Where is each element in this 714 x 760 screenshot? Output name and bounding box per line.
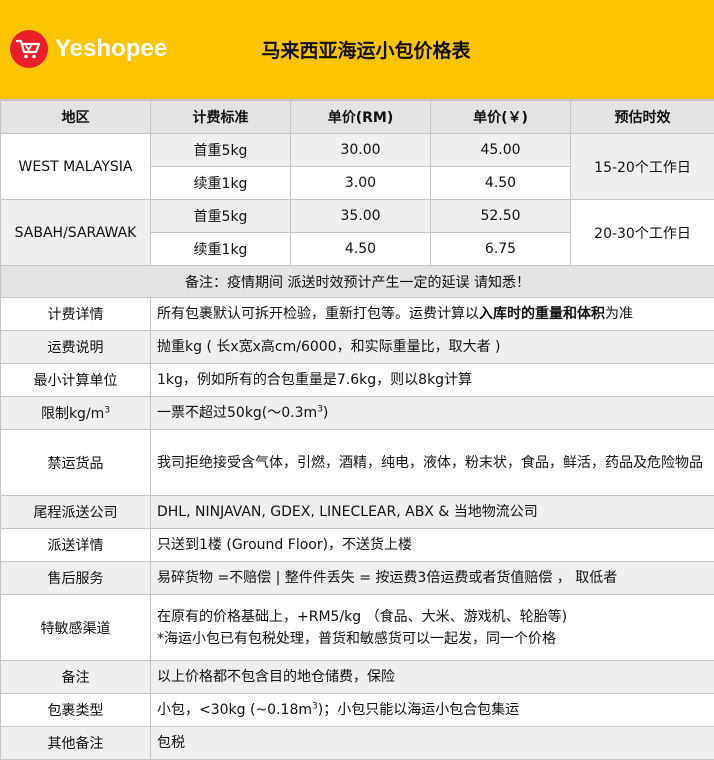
page-title: 马来西亚海运小包价格表 [261,40,471,62]
detail-row-other: 其他备注 包税 [0,726,714,760]
detail-row-sensitive: 特敏感渠道 在原有的价格基础上，+RM5/kg （食品、大米、游戏机、轮胎等) … [0,594,714,661]
column-header-standard: 计费标准 [150,100,291,134]
package-type-text: 小包，<30kg (~0.18m [157,702,312,718]
detail-value: 包税 [150,726,714,760]
standard-cell: 首重5kg [150,199,291,233]
detail-label: 其他备注 [0,726,151,760]
epidemic-note-row: 备注：疫情期间 派送时效预计产生一定的延误 请知悉！ [0,265,714,298]
price-table: 地区 计费标准 单价(RM) 单价(￥) 预估时效 WEST MALAYSIA … [0,100,714,760]
detail-value: 易碎货物 =不赔偿 | 整件件丢失 = 按运费3倍运费或者货值赔偿 ， 取低者 [150,561,714,595]
detail-value: 以上价格都不包含目的地仓储费，保险 [150,660,714,694]
sensitive-line-2: *海运小包已有包税处理，普货和敏感货可以一起发，同一个价格 [157,630,556,647]
detail-label: 包裹类型 [0,693,151,727]
limit-value-end: ) [322,405,329,421]
column-header-region: 地区 [0,100,151,134]
detail-row-carriers: 尾程派送公司 DHL, NINJAVAN, GDEX, LINECLEAR, A… [0,495,714,529]
detail-row-remark: 备注 以上价格都不包含目的地仓储费，保险 [0,660,714,694]
detail-label: 运费说明 [0,330,151,364]
detail-label: 派送详情 [0,528,151,562]
detail-value: 我司拒绝接受含气体，引燃，酒精，纯电，液体，粉末状，食品，鲜活，药品及危险物品 [150,429,714,496]
detail-value: 小包，<30kg (~0.18m3)；小包只能以海运小包合包集运 [150,693,714,727]
limit-label-text: 限制kg/m [40,406,105,422]
price-cny-cell: 6.75 [430,232,571,266]
detail-row-billing: 计费详情 所有包裹默认可拆开检验，重新打包等。运费计算以入库时的重量和体积为准 [0,297,714,331]
detail-value: 1kg，例如所有的合包重量是7.6kg，则以8kg计算 [150,363,714,397]
detail-value: 在原有的价格基础上，+RM5/kg （食品、大米、游戏机、轮胎等) *海运小包已… [150,594,714,661]
standard-cell: 首重5kg [150,133,291,167]
detail-value: 一票不超过50kg(～0.3m3) [150,396,714,430]
region-cell: WEST MALAYSIA [0,133,151,200]
detail-label: 计费详情 [0,297,151,331]
billing-text: 所有包裹默认可拆开检验，重新打包等。运费计算以 [157,306,479,322]
detail-label: 备注 [0,660,151,694]
price-rm-cell: 30.00 [290,133,431,167]
price-rm-cell: 3.00 [290,166,431,200]
table-row: SABAH/SARAWAK 首重5kg 35.00 52.50 20-30个工作… [0,199,714,266]
limit-value-text: 一票不超过50kg(～0.3m [157,405,318,421]
detail-label: 特敏感渠道 [0,594,151,661]
delivery-time-cell: 20-30个工作日 [570,199,714,266]
detail-value: 抛重kg ( 长x宽x高cm/6000，和实际重量比，取大者 ) [150,330,714,364]
detail-label: 最小计算单位 [0,363,151,397]
price-rm-cell: 35.00 [290,199,431,233]
price-cny-cell: 45.00 [430,133,571,167]
detail-value: 所有包裹默认可拆开检验，重新打包等。运费计算以入库时的重量和体积为准 [150,297,714,331]
package-type-text-end: )；小包只能以海运小包合包集运 [317,702,520,718]
epidemic-note: 备注：疫情期间 派送时效预计产生一定的延误 请知悉！ [0,265,714,298]
detail-label: 售后服务 [0,561,151,595]
standard-cell: 续重1kg [150,166,291,200]
detail-row-package-type: 包裹类型 小包，<30kg (~0.18m3)；小包只能以海运小包合包集运 [0,693,714,727]
sensitive-line-1: 在原有的价格基础上，+RM5/kg （食品、大米、游戏机、轮胎等) [157,608,568,625]
table-row: WEST MALAYSIA 首重5kg 30.00 45.00 15-20个工作… [0,133,714,200]
price-rm-cell: 4.50 [290,232,431,266]
detail-row-prohibited: 禁运货品 我司拒绝接受含气体，引燃，酒精，纯电，液体，粉末状，食品，鲜活，药品及… [0,429,714,496]
detail-label: 尾程派送公司 [0,495,151,529]
delivery-time-cell: 15-20个工作日 [570,133,714,200]
column-header-price-cny: 单价(￥) [430,100,571,134]
billing-text-end: 为准 [605,306,633,322]
column-header-price-rm: 单价(RM) [290,100,431,134]
detail-row-after-sales: 售后服务 易碎货物 =不赔偿 | 整件件丢失 = 按运费3倍运费或者货值赔偿 ，… [0,561,714,595]
detail-label: 限制kg/m3 [0,396,151,430]
header-banner: Yeshopee 马来西亚海运小包价格表 [0,0,714,100]
billing-bold-text: 入库时的重量和体积 [479,306,605,322]
detail-row-delivery: 派送详情 只送到1楼 (Ground Floor)，不送货上楼 [0,528,714,562]
detail-row-limit: 限制kg/m3 一票不超过50kg(～0.3m3) [0,396,714,430]
detail-value: DHL, NINJAVAN, GDEX, LINECLEAR, ABX & 当地… [150,495,714,529]
price-cny-cell: 52.50 [430,199,571,233]
column-header-delivery-time: 预估时效 [570,100,714,134]
detail-row-freight: 运费说明 抛重kg ( 长x宽x高cm/6000，和实际重量比，取大者 ) [0,330,714,364]
price-cny-cell: 4.50 [430,166,571,200]
detail-label: 禁运货品 [0,429,151,496]
detail-row-min-unit: 最小计算单位 1kg，例如所有的合包重量是7.6kg，则以8kg计算 [0,363,714,397]
region-cell: SABAH/SARAWAK [0,199,151,266]
standard-cell: 续重1kg [150,232,291,266]
limit-label-sup: 3 [104,405,111,416]
detail-value: 只送到1楼 (Ground Floor)，不送货上楼 [150,528,714,562]
table-header-row: 地区 计费标准 单价(RM) 单价(￥) 预估时效 [0,100,714,134]
